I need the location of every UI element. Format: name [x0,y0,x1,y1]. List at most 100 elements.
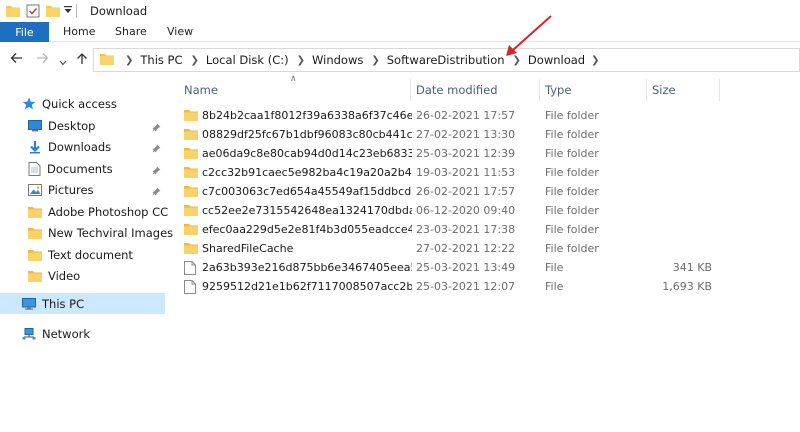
nav-label: Adobe Photoshop CC [48,204,169,219]
file-row[interactable]: 9259512d21e1b62f7117008507acc2b972f7... … [176,278,716,297]
nav-item-text-document[interactable]: Text document [28,244,133,265]
file-row[interactable]: efec0aa229d5e2e81f4b3d055eadcce4 23-03-2… [176,221,716,240]
breadcrumb-this-pc[interactable]: This PC [140,53,182,67]
folder-icon [28,206,42,218]
column-divider[interactable] [719,79,720,101]
pin-icon[interactable] [152,185,161,199]
back-button[interactable] [10,52,23,67]
column-divider[interactable] [410,79,411,101]
file-name[interactable]: cc52ee2e7315542648ea1324170dbda8 [202,204,412,217]
new-folder-icon[interactable] [46,4,60,20]
file-row[interactable]: c7c003063c7ed654a45549af15ddbcd3 26-02-2… [176,183,716,202]
breadcrumb-local-disk[interactable]: Local Disk (C:) [206,53,289,67]
nav-quick-access[interactable]: Quick access [22,93,117,114]
chevron-right-icon[interactable]: ❯ [513,55,521,66]
column-divider[interactable] [646,79,647,101]
tab-home[interactable]: Home [63,25,95,38]
file-row[interactable]: c2cc32b91caec5e982ba4c19a20a2b40 19-03-2… [176,164,716,183]
file-icon [184,261,196,278]
file-name[interactable]: SharedFileCache [202,242,412,255]
chevron-right-icon[interactable]: ❯ [591,55,599,66]
file-type: File folder [545,242,599,255]
recent-locations-button[interactable] [59,55,67,69]
address-bar[interactable]: ❯ This PC ❯ Local Disk (C:) ❯ Windows ❯ … [93,48,800,72]
navigation-bar: ❯ This PC ❯ Local Disk (C:) ❯ Windows ❯ … [0,43,800,77]
file-date: 25-03-2021 13:49 [416,261,516,274]
tab-share[interactable]: Share [115,25,147,38]
file-name[interactable]: c2cc32b91caec5e982ba4c19a20a2b40 [202,166,412,179]
file-type: File folder [545,128,599,141]
file-row[interactable]: ae06da9c8e80cab94d0d14c23eb6833b 25-03-2… [176,145,716,164]
nav-item-documents[interactable]: Documents [28,158,165,179]
file-row[interactable]: 08829df25fc67b1dbf96083c80cb441c 27-02-2… [176,126,716,145]
folder-icon [28,249,42,261]
breadcrumb-softwaredistribution[interactable]: SoftwareDistribution [387,53,505,67]
folder-icon [100,52,114,68]
chevron-right-icon[interactable]: ❯ [191,55,199,66]
chevron-right-icon[interactable]: ❯ [371,55,379,66]
file-date: 26-02-2021 17:57 [416,109,516,122]
up-button[interactable] [76,52,88,68]
column-header-name[interactable]: Name [184,83,218,97]
network-icon [22,327,36,340]
file-size: 1,693 KB [662,280,712,293]
folder-icon [184,185,198,200]
file-date: 23-03-2021 17:38 [416,223,516,236]
column-header-type[interactable]: Type [545,83,571,97]
forward-button[interactable] [36,52,49,67]
file-name[interactable]: 8b24b2caa1f8012f39a6338a6f37c46e [202,109,412,122]
title-divider [76,4,77,18]
nav-item-video[interactable]: Video [28,265,80,286]
chevron-right-icon[interactable]: ❯ [297,55,305,66]
file-type: File folder [545,166,599,179]
tab-view[interactable]: View [167,25,193,38]
customize-toolbar-icon[interactable] [64,5,72,18]
file-type: File folder [545,147,599,160]
pin-icon[interactable] [152,164,161,178]
folder-icon [28,227,42,239]
column-header-size[interactable]: Size [652,83,676,97]
nav-item-pictures[interactable]: Pictures [28,179,165,200]
file-name[interactable]: 2a63b393e216d875bb6e3467405eea5e56c... [202,261,412,274]
nav-item-network[interactable]: Network [22,323,90,344]
nav-item-this-pc[interactable]: This PC [0,293,165,314]
file-name[interactable]: 9259512d21e1b62f7117008507acc2b972f7... [202,280,412,293]
computer-icon [22,297,36,310]
file-type: File folder [545,223,599,236]
nav-item-downloads[interactable]: Downloads [28,136,165,157]
tab-file[interactable]: File [0,22,49,42]
file-size: 341 KB [672,261,712,274]
file-type: File [545,261,564,274]
folder-icon [184,128,198,143]
file-row[interactable]: SharedFileCache 27-02-2021 12:22 File fo… [176,240,716,259]
nav-label: This PC [42,296,85,311]
chevron-right-icon[interactable]: ❯ [125,55,133,66]
nav-item-adobe-photoshop-cc[interactable]: Adobe Photoshop CC [28,201,168,222]
nav-item-new-techviral-images[interactable]: New Techviral Images [28,222,173,243]
file-name[interactable]: c7c003063c7ed654a45549af15ddbcd3 [202,185,412,198]
column-header-date-modified[interactable]: Date modified [416,83,498,97]
file-name[interactable]: 08829df25fc67b1dbf96083c80cb441c [202,128,412,141]
star-icon [22,97,36,110]
folder-icon [184,223,198,238]
file-name[interactable]: ae06da9c8e80cab94d0d14c23eb6833b [202,147,412,160]
file-date: 25-03-2021 12:07 [416,280,516,293]
nav-item-desktop[interactable]: Desktop [28,115,165,136]
file-name[interactable]: efec0aa229d5e2e81f4b3d055eadcce4 [202,223,412,236]
folder-icon [184,204,198,219]
pin-icon[interactable] [152,142,161,156]
file-row[interactable]: 2a63b393e216d875bb6e3467405eea5e56c... 2… [176,259,716,278]
file-type: File [545,280,564,293]
file-date: 27-02-2021 13:30 [416,128,516,141]
breadcrumb-windows[interactable]: Windows [312,53,363,67]
sort-ascending-icon: ∧ [290,74,297,84]
column-divider[interactable] [539,79,540,101]
window-title: Download [90,4,148,18]
nav-label: Downloads [48,139,112,154]
breadcrumb-download[interactable]: Download [528,53,585,67]
file-row[interactable]: 8b24b2caa1f8012f39a6338a6f37c46e 26-02-2… [176,107,716,126]
file-row[interactable]: cc52ee2e7315542648ea1324170dbda8 06-12-2… [176,202,716,221]
pin-icon[interactable] [152,121,161,135]
properties-icon[interactable] [26,4,40,21]
folder-icon [184,109,198,124]
